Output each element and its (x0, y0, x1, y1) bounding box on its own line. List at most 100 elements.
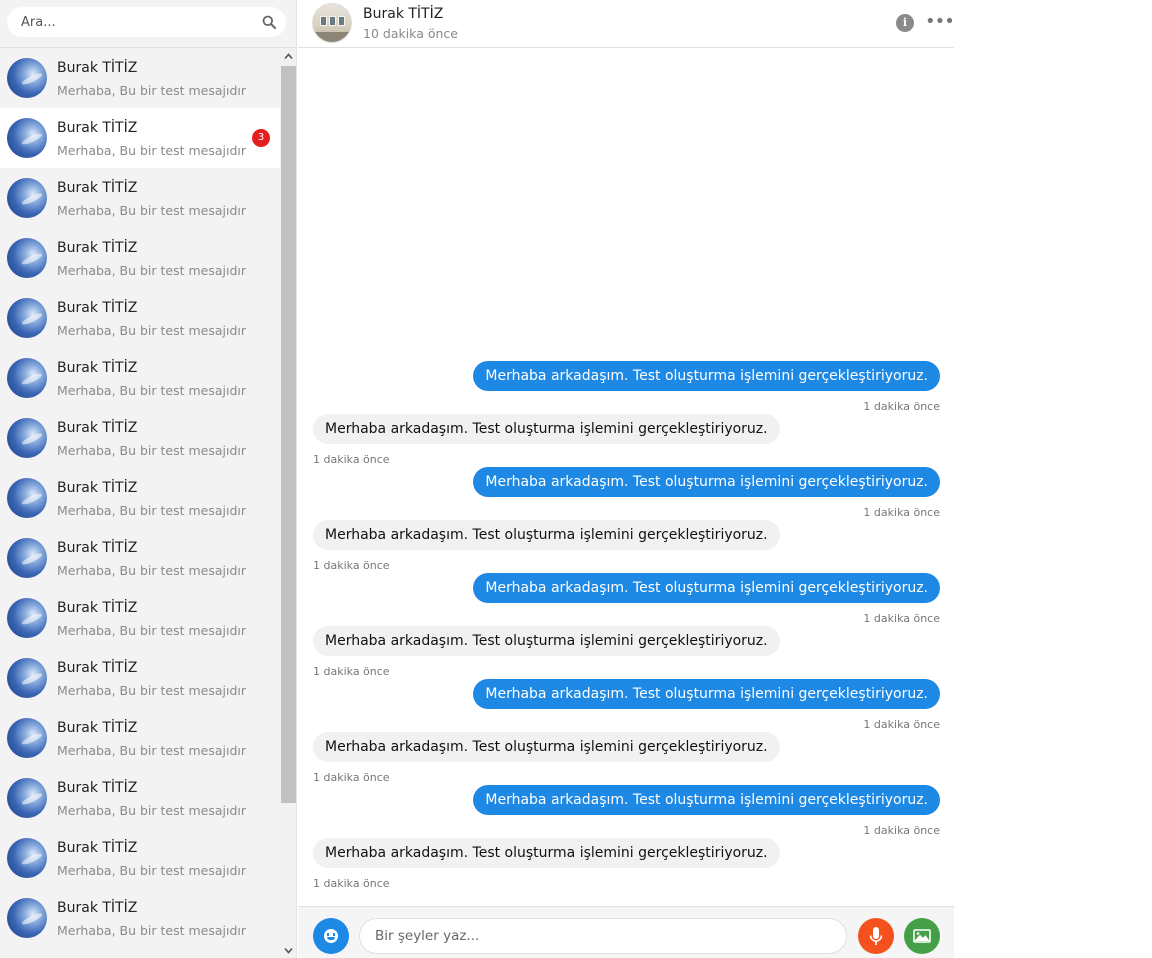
conversation-item[interactable]: Burak TİTİZ Merhaba, Bu bir test mesajıdı… (0, 468, 280, 528)
conversation-preview: Merhaba, Bu bir test mesajıdır (57, 323, 247, 338)
conversation-item[interactable]: Burak TİTİZ Merhaba, Bu bir test mesajıdı… (0, 108, 280, 168)
conversation-preview: Merhaba, Bu bir test mesajıdır (57, 743, 247, 758)
conversation-preview: Merhaba, Bu bir test mesajıdır (57, 683, 247, 698)
message-timestamp: 1 dakika önce (313, 665, 390, 678)
sent-message: Merhaba arkadaşım. Test oluşturma işlemi… (473, 361, 940, 391)
chat-panel: Burak TİTİZ 10 dakika önce i ••• Merhaba… (298, 0, 955, 958)
info-icon[interactable]: i (896, 14, 914, 32)
conversation-sidebar: Burak TİTİZ Merhaba, Bu bir test mesajıdı… (0, 0, 297, 958)
avatar (7, 538, 47, 578)
sent-message: Merhaba arkadaşım. Test oluşturma işlemi… (473, 467, 940, 497)
scroll-up-icon[interactable] (284, 52, 293, 61)
conversation-name: Burak TİTİZ (57, 420, 138, 436)
conversation-preview: Merhaba, Bu bir test mesajıdır (57, 923, 247, 938)
conversation-preview: Merhaba, Bu bir test mesajıdır (57, 803, 247, 818)
conversation-name: Burak TİTİZ (57, 360, 138, 376)
conversation-name: Burak TİTİZ (57, 660, 138, 676)
search-icon[interactable] (262, 15, 276, 29)
received-message: Merhaba arkadaşım. Test oluşturma işlemi… (313, 838, 780, 868)
send-image-button[interactable] (904, 918, 940, 954)
received-message: Merhaba arkadaşım. Test oluşturma işlemi… (313, 732, 780, 762)
conversation-name: Burak TİTİZ (57, 480, 138, 496)
conversation-preview: Merhaba, Bu bir test mesajıdır (57, 563, 247, 578)
sent-message: Merhaba arkadaşım. Test oluşturma işlemi… (473, 573, 940, 603)
conversation-name: Burak TİTİZ (57, 840, 138, 856)
message-timestamp: 1 dakika önce (863, 506, 940, 519)
conversation-preview: Merhaba, Bu bir test mesajıdır (57, 863, 247, 878)
conversation-name: Burak TİTİZ (57, 540, 138, 556)
microphone-icon (869, 927, 883, 945)
avatar (7, 898, 47, 938)
avatar (7, 838, 47, 878)
messenger-app: Burak TİTİZ Merhaba, Bu bir test mesajıdı… (0, 0, 1152, 958)
conversation-item[interactable]: Burak TİTİZ Merhaba, Bu bir test mesajıdı… (0, 348, 280, 408)
message-timestamp: 1 dakika önce (313, 453, 390, 466)
message-timestamp: 1 dakika önce (863, 612, 940, 625)
conversation-preview: Merhaba, Bu bir test mesajıdır (57, 263, 247, 278)
message-timestamp: 1 dakika önce (313, 877, 390, 890)
conversation-item[interactable]: Burak TİTİZ Merhaba, Bu bir test mesajıdı… (0, 408, 280, 468)
conversation-preview: Merhaba, Bu bir test mesajıdır (57, 503, 247, 518)
conversation-list: Burak TİTİZ Merhaba, Bu bir test mesajıdı… (0, 48, 280, 958)
conversation-preview: Merhaba, Bu bir test mesajıdır (57, 443, 247, 458)
contact-avatar[interactable] (312, 3, 352, 43)
search-box[interactable] (7, 7, 286, 37)
message-list: Merhaba arkadaşım. Test oluşturma işlemi… (298, 48, 954, 906)
conversation-item[interactable]: Burak TİTİZ Merhaba, Bu bir test mesajıdı… (0, 228, 280, 288)
received-message: Merhaba arkadaşım. Test oluşturma işlemi… (313, 414, 780, 444)
avatar (7, 418, 47, 458)
conversation-item[interactable]: Burak TİTİZ Merhaba, Bu bir test mesajıdı… (0, 888, 280, 948)
received-message: Merhaba arkadaşım. Test oluşturma işlemi… (313, 520, 780, 550)
conversation-preview: Merhaba, Bu bir test mesajıdır (57, 383, 247, 398)
emoji-button[interactable] (313, 918, 349, 954)
conversation-item[interactable]: Burak TİTİZ Merhaba, Bu bir test mesajıdı… (0, 768, 280, 828)
conversation-name: Burak TİTİZ (57, 120, 138, 136)
conversation-name: Burak TİTİZ (57, 720, 138, 736)
sent-message: Merhaba arkadaşım. Test oluşturma işlemi… (473, 679, 940, 709)
contact-name: Burak TİTİZ (363, 6, 444, 22)
chat-header: Burak TİTİZ 10 dakika önce i ••• (298, 0, 955, 48)
avatar (7, 298, 47, 338)
unread-badge: 3 (252, 129, 270, 147)
message-input[interactable] (359, 918, 847, 954)
message-timestamp: 1 dakika önce (863, 824, 940, 837)
scroll-down-icon[interactable] (284, 946, 293, 955)
conversation-item[interactable]: Burak TİTİZ Merhaba, Bu bir test mesajıdı… (0, 168, 280, 228)
avatar (7, 238, 47, 278)
avatar (7, 58, 47, 98)
avatar (7, 358, 47, 398)
microphone-button[interactable] (858, 918, 894, 954)
avatar (7, 178, 47, 218)
search-bar (0, 0, 296, 48)
conversation-name: Burak TİTİZ (57, 780, 138, 796)
avatar (7, 658, 47, 698)
conversation-item[interactable]: Burak TİTİZ Merhaba, Bu bir test mesajıdı… (0, 828, 280, 888)
conversation-preview: Merhaba, Bu bir test mesajıdır (57, 203, 247, 218)
conversation-item[interactable]: Burak TİTİZ Merhaba, Bu bir test mesajıdı… (0, 288, 280, 348)
avatar (7, 118, 47, 158)
sent-message: Merhaba arkadaşım. Test oluşturma işlemi… (473, 785, 940, 815)
avatar (7, 478, 47, 518)
conversation-item[interactable]: Burak TİTİZ Merhaba, Bu bir test mesajıdı… (0, 588, 280, 648)
scrollbar-thumb[interactable] (281, 66, 296, 803)
avatar (7, 598, 47, 638)
conversation-name: Burak TİTİZ (57, 600, 138, 616)
conversation-item[interactable]: Burak TİTİZ Merhaba, Bu bir test mesajıdı… (0, 528, 280, 588)
emoji-icon (324, 929, 338, 943)
search-input[interactable] (21, 7, 251, 37)
conversation-item[interactable]: Burak TİTİZ Merhaba, Bu bir test mesajıdı… (0, 708, 280, 768)
conversation-item[interactable]: Burak TİTİZ Merhaba, Bu bir test mesajıdı… (0, 648, 280, 708)
image-icon (913, 929, 931, 943)
conversation-name: Burak TİTİZ (57, 240, 138, 256)
conversation-name: Burak TİTİZ (57, 300, 138, 316)
conversation-name: Burak TİTİZ (57, 900, 138, 916)
conversation-name: Burak TİTİZ (57, 60, 138, 76)
contact-last-seen: 10 dakika önce (363, 26, 458, 41)
conversation-list-scrollbar[interactable] (280, 48, 296, 958)
conversation-item[interactable]: Burak TİTİZ Merhaba, Bu bir test mesajıdı… (0, 48, 280, 108)
avatar (7, 778, 47, 818)
conversation-preview: Merhaba, Bu bir test mesajıdır (57, 83, 247, 98)
message-timestamp: 1 dakika önce (863, 400, 940, 413)
more-options-icon[interactable]: ••• (925, 12, 955, 32)
message-timestamp: 1 dakika önce (313, 771, 390, 784)
